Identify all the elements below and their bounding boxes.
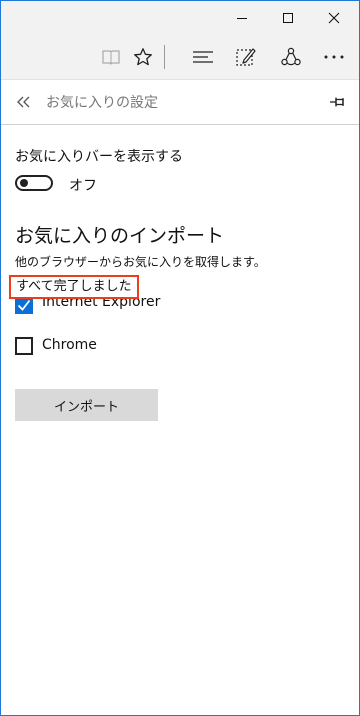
web-note-button[interactable] [230,41,262,73]
toggle-knob [20,179,28,187]
import-description: 他のブラウザーからお気に入りを取得します。 [15,255,266,269]
minimize-icon [237,18,247,19]
reading-view-button[interactable] [95,41,127,73]
more-button[interactable] [318,41,350,73]
reading-view-icon [102,50,120,65]
pin-pane-button[interactable] [323,88,353,116]
maximize-icon [283,13,293,23]
close-button[interactable] [311,1,357,35]
browser-toolbar [1,35,359,80]
import-button[interactable]: インポート [15,389,158,421]
toolbar-divider [164,45,165,69]
checkbox-chrome[interactable] [15,337,33,355]
import-heading: お気に入りのインポート [15,225,225,247]
settings-pane-header: お気に入りの設定 [1,80,359,125]
close-icon [328,12,340,24]
more-icon [324,55,344,59]
hub-button[interactable] [187,41,219,73]
import-status: すべて完了しました [9,275,139,299]
web-note-icon [236,48,256,66]
double-chevron-left-icon [17,96,30,108]
minimize-button[interactable] [219,1,265,35]
hub-icon [193,51,213,63]
checkbox-label-chrome: Chrome [42,337,97,353]
settings-content: お気に入りバーを表示する オフ お気に入りのインポート 他のブラウザーからお気に… [1,125,359,715]
pin-icon [330,97,344,107]
add-favorite-button[interactable] [127,41,159,73]
maximize-button[interactable] [265,1,311,35]
favorite-star-icon [134,48,152,66]
browser-window: お気に入りの設定 お気に入りバーを表示する オフ お気に入りのインポート 他のブ… [0,0,360,716]
favorites-bar-toggle[interactable] [15,175,53,191]
pane-title: お気に入りの設定 [46,95,158,111]
back-button[interactable] [11,88,37,116]
share-icon [281,47,301,66]
toggle-state-label: オフ [69,178,97,194]
share-button[interactable] [275,41,307,73]
title-bar [1,1,359,35]
favorites-bar-label: お気に入りバーを表示する [15,149,183,165]
